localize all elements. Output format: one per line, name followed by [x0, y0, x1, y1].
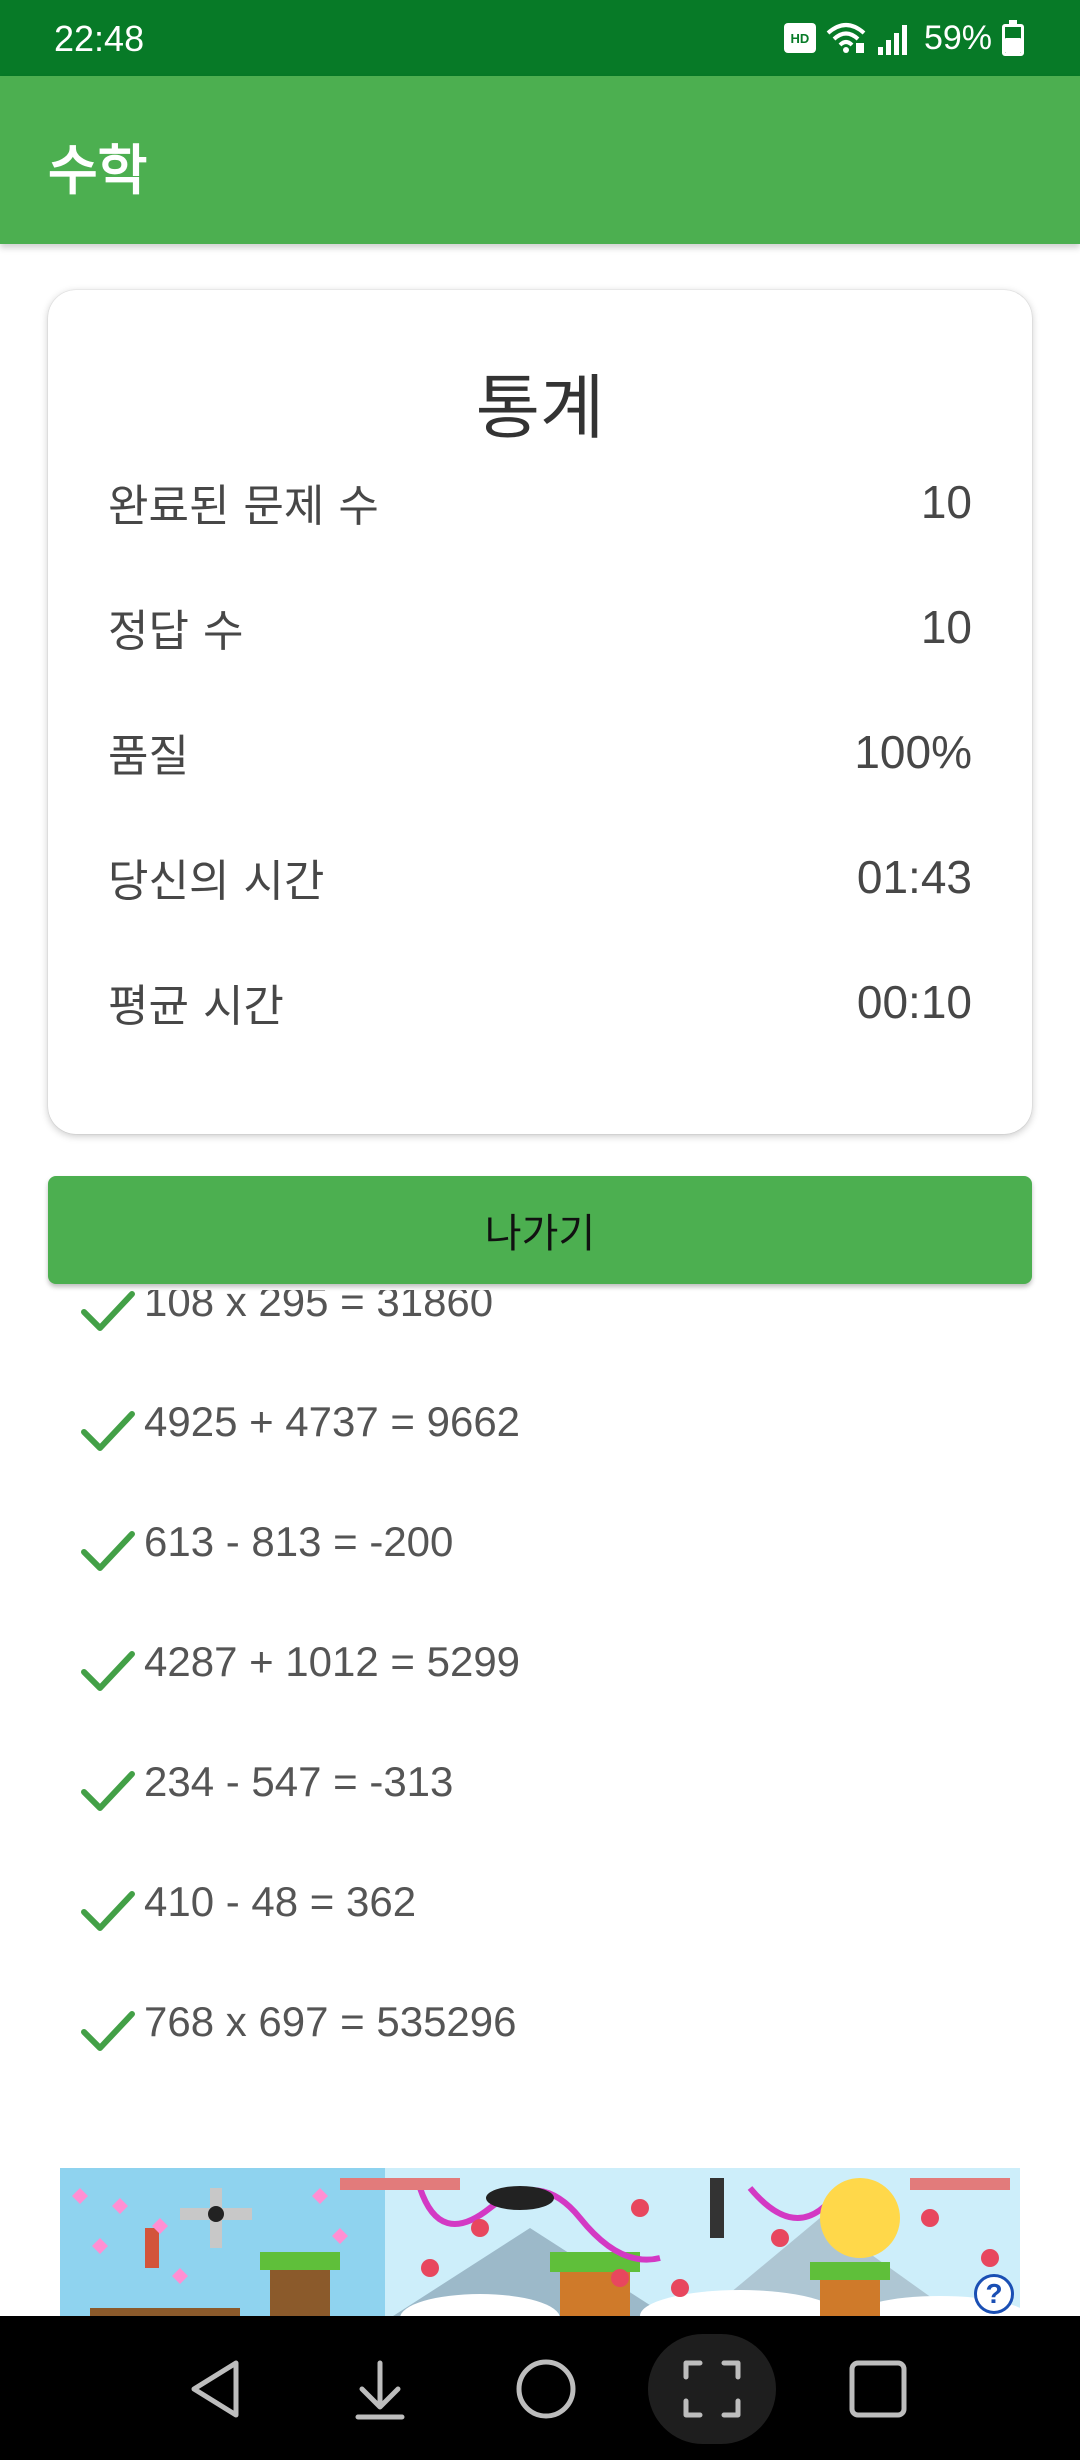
result-text: 768 x 697 = 535296	[144, 1998, 517, 2045]
recents-button[interactable]	[814, 2334, 942, 2444]
result-text: 410 - 48 = 362	[144, 1878, 417, 1925]
stats-label: 당신의 시간	[108, 856, 325, 907]
stats-label: 품질	[108, 731, 189, 782]
check-icon	[81, 2011, 135, 2051]
battery-icon	[1002, 20, 1024, 56]
download-icon	[355, 2360, 405, 2420]
result-item: 4287 + 1012 = 5299	[80, 1630, 980, 1710]
stats-row-completed: 완료된 문제 수 10	[108, 462, 972, 542]
stats-label: 평균 시간	[108, 981, 284, 1032]
result-text: 234 - 547 = -313	[144, 1758, 454, 1805]
app-bar: 수학	[0, 76, 1080, 244]
recents-icon	[849, 2360, 907, 2418]
hd-voice-icon: HD	[783, 23, 816, 53]
screenshot-button[interactable]	[648, 2334, 776, 2444]
app-title: 수학	[48, 139, 148, 202]
back-icon	[191, 2360, 239, 2418]
check-icon	[81, 1651, 135, 1691]
stats-value: 10	[920, 601, 972, 653]
stats-value: 100%	[854, 726, 972, 778]
result-text: 4287 + 1012 = 5299	[144, 1638, 521, 1685]
result-text: 4925 + 4737 = 9662	[144, 1398, 521, 1445]
result-item: 108 x 295 = 31860	[80, 1290, 980, 1350]
battery-percentage: 59%	[923, 18, 992, 57]
signal-icon	[877, 25, 907, 55]
status-bar: 22:48 HD 59%	[0, 0, 1080, 76]
stats-card: 통계 완료된 문제 수 10 정답 수 10 품질 100% 당신의 시간 01…	[48, 290, 1032, 1134]
check-icon	[81, 1531, 135, 1571]
result-item: 410 - 48 = 362	[80, 1870, 980, 1950]
check-icon	[81, 1891, 135, 1931]
ad-info-icon[interactable]: ?	[974, 2274, 1014, 2314]
stats-label: 정답 수	[108, 606, 244, 657]
result-item: 234 - 547 = -313	[80, 1750, 980, 1830]
results-list[interactable]: 108 x 295 = 31860 4925 + 4737 = 9662 613…	[0, 1290, 1080, 2160]
stats-label: 완료된 문제 수	[108, 481, 379, 532]
check-icon	[81, 1771, 135, 1811]
exit-button[interactable]: 나가기	[48, 1176, 1032, 1284]
navigation-bar	[0, 2316, 1080, 2460]
download-button[interactable]	[316, 2334, 444, 2444]
result-text: 108 x 295 = 31860	[144, 1290, 494, 1325]
stats-row-quality: 품질 100%	[108, 712, 972, 792]
status-time: 22:48	[54, 18, 145, 59]
stats-value: 00:10	[856, 976, 972, 1028]
screenshot-icon	[683, 2360, 741, 2418]
wifi-icon	[826, 23, 866, 53]
result-item: 768 x 697 = 535296	[80, 1990, 980, 2070]
stats-row-your-time: 당신의 시간 01:43	[108, 837, 972, 917]
result-item: 4925 + 4737 = 9662	[80, 1390, 980, 1470]
stats-row-average-time: 평균 시간 00:10	[108, 962, 972, 1042]
ad-artwork	[60, 2168, 1020, 2318]
check-icon	[81, 1291, 135, 1331]
stats-value: 10	[920, 476, 972, 528]
back-button[interactable]	[152, 2334, 280, 2444]
result-item: 613 - 813 = -200	[80, 1510, 980, 1590]
status-icons: HD 59%	[783, 14, 1024, 62]
stats-title: 통계	[475, 367, 605, 449]
home-button[interactable]	[482, 2334, 610, 2444]
check-icon	[81, 1411, 135, 1451]
stats-row-correct: 정답 수 10	[108, 587, 972, 667]
app-screen: 22:48 HD 59% 수학 통계 완료된 문제 수 10 정답 수 10 품…	[0, 0, 1080, 2460]
result-text: 613 - 813 = -200	[144, 1518, 454, 1565]
home-icon	[516, 2359, 576, 2419]
ad-banner[interactable]: ?	[60, 2168, 1020, 2318]
stats-value: 01:43	[856, 851, 972, 903]
